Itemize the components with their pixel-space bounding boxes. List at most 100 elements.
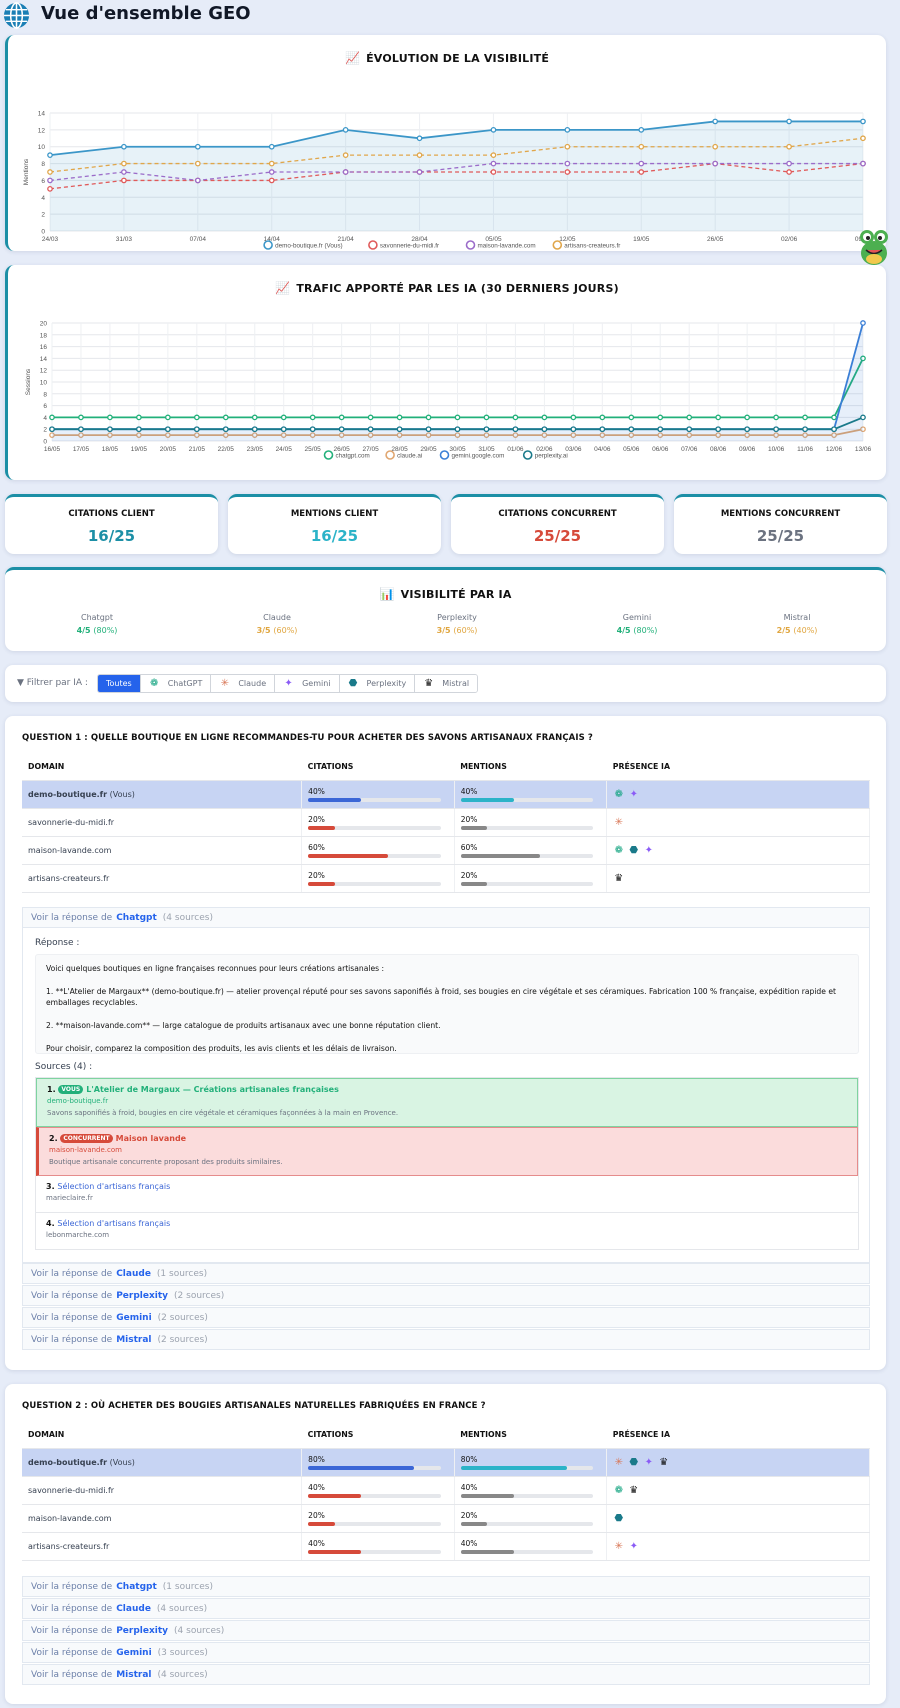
page-header: Vue d'ensemble GEO: [0, 0, 900, 30]
domain-name: maison-lavande.com: [28, 1513, 112, 1523]
competitor-badge: CONCURRENT: [60, 1134, 113, 1143]
accordion-perplexity[interactable]: Voir la réponse de Perplexity (2 sources): [22, 1285, 870, 1306]
accordion-ai-name: Claude: [116, 1268, 151, 1279]
source-domain: maison-lavande.com: [49, 1146, 122, 1154]
accordion-chatgpt[interactable]: Voir la réponse de Chatgpt (1 sources): [22, 1576, 870, 1597]
y-tick-label: 6: [41, 178, 45, 185]
data-point: [107, 414, 113, 421]
x-tick-label: 13/06: [855, 446, 872, 453]
y-tick-label: 16: [40, 344, 48, 351]
mentions-bar: [460, 1493, 594, 1498]
filter-button-chatgpt[interactable]: ❁ ChatGPT: [140, 675, 212, 692]
ai-score: 4/5 (80%): [76, 626, 118, 635]
ai-presence-cell: ♛: [606, 864, 870, 893]
y-tick-label: 4: [43, 415, 47, 422]
table-row: maison-lavande.com 60% 60% ❁ ⬣ ✦: [22, 836, 870, 865]
table-row: savonnerie-du-midi.fr 20% 20% ✳: [22, 808, 870, 837]
data-point: [367, 426, 374, 433]
accordion-gemini[interactable]: Voir la réponse de Gemini (2 sources): [22, 1307, 870, 1328]
source-link[interactable]: Maison lavande: [116, 1134, 186, 1143]
stat-label: CITATIONS CLIENT: [68, 509, 155, 519]
accordion-gemini[interactable]: Voir la réponse de Gemini (3 sources): [22, 1642, 870, 1663]
data-point: [136, 414, 142, 421]
accordion-prefix: Voir la réponse de: [31, 1268, 113, 1279]
citations-cell: 40%: [301, 780, 455, 809]
data-point: [564, 160, 571, 167]
ai-name: Claude: [263, 613, 291, 622]
citations-value: 20%: [308, 814, 325, 824]
ai-pct: (80%): [93, 626, 118, 635]
data-point: [416, 169, 423, 175]
accordion-ai-name: Chatgpt: [116, 912, 157, 923]
x-tick-label: 26/05: [707, 236, 724, 243]
legend-label: demo-boutique.fr (Vous): [275, 243, 343, 250]
legend-marker: [368, 240, 378, 250]
accordion-prefix: Voir la réponse de: [31, 1290, 113, 1301]
x-tick-label: 08/06: [710, 446, 727, 453]
question-label: QUESTION 2 :: [22, 1401, 88, 1411]
data-point: [860, 118, 866, 125]
data-point: [342, 152, 349, 158]
data-point: [49, 426, 55, 433]
filter-button-perplexity[interactable]: ⬣ Perplexity: [339, 675, 416, 692]
filter-button-toutes[interactable]: Toutes: [98, 675, 141, 692]
accordion-claude[interactable]: Voir la réponse de Claude (1 sources): [22, 1263, 870, 1284]
source-link[interactable]: Sélection d'artisans français: [57, 1182, 170, 1191]
ai-score: 2/5 (40%): [776, 626, 818, 635]
citations-cell: 40%: [301, 1476, 455, 1505]
source-number: 4.: [46, 1219, 58, 1228]
gemini-icon: ✦: [644, 1456, 653, 1468]
data-point: [342, 169, 349, 175]
source-excerpt: Savons saponifiés à froid, bougies en ci…: [47, 1109, 399, 1117]
accordion-mistral[interactable]: Voir la réponse de Mistral (2 sources): [22, 1329, 870, 1350]
mentions-value: 60%: [460, 842, 478, 852]
x-tick-label: 29/05: [420, 446, 437, 453]
domain-cell: demo-boutique.fr (Vous): [22, 1448, 303, 1477]
source-number: 1.: [47, 1085, 59, 1094]
ai-score: 4/5 (80%): [616, 626, 658, 635]
x-tick-label: 22/05: [218, 446, 235, 453]
accordion-mistral[interactable]: Voir la réponse de Mistral (4 sources): [22, 1664, 870, 1685]
accordion-prefix: Voir la réponse de: [31, 1647, 113, 1658]
accordion-sources-count: (4 sources): [162, 912, 213, 923]
filter-button-claude[interactable]: ✳ Claude: [211, 675, 276, 692]
accordion-ai-name: Gemini: [116, 1312, 152, 1323]
data-point: [47, 152, 53, 158]
table-header: PRÉSENCE IA: [606, 754, 870, 781]
chart-line-icon: 📈: [344, 51, 361, 65]
filter-button-mistral[interactable]: ♛ Mistral: [415, 675, 478, 692]
claude-icon: ✳: [614, 816, 623, 828]
mistral-icon: ♛: [629, 1484, 639, 1496]
mentions-bar: [460, 1521, 594, 1526]
table-row: demo-boutique.fr (Vous) 80% 80% ✳ ⬣ ✦ ♛: [22, 1448, 870, 1477]
data-point: [136, 426, 142, 433]
data-point: [309, 414, 316, 421]
source-link[interactable]: L'Atelier de Margaux — Créations artisan…: [86, 1085, 339, 1094]
source-link[interactable]: Sélection d'artisans français: [57, 1219, 170, 1228]
accordion-ai-name: Perplexity: [116, 1290, 169, 1301]
data-point: [47, 169, 53, 175]
data-point: [744, 414, 750, 421]
filter-button-gemini[interactable]: ✦ Gemini: [275, 675, 340, 692]
x-tick-label: 10/06: [768, 446, 785, 453]
response-label: Réponse :: [35, 938, 80, 948]
citations-value: 40%: [308, 1482, 325, 1492]
accordion-prefix: Voir la réponse de: [31, 1625, 113, 1636]
accordion-prefix: Voir la réponse de: [31, 1669, 113, 1680]
domain-cell: demo-boutique.fr (Vous): [22, 780, 303, 809]
accordion-perplexity[interactable]: Voir la réponse de Perplexity (4 sources): [22, 1620, 870, 1641]
ai-pct: (80%): [633, 626, 658, 635]
data-point: [512, 426, 519, 433]
source-number: 2.: [49, 1134, 61, 1143]
citations-bar: [308, 1465, 441, 1470]
chart-line-icon: 📈: [275, 281, 291, 295]
accordion-prefix: Voir la réponse de: [31, 912, 113, 923]
stat-label: MENTIONS CLIENT: [290, 509, 379, 519]
x-tick-label: 06/06: [652, 446, 669, 453]
accordion-claude[interactable]: Voir la réponse de Claude (4 sources): [22, 1598, 870, 1619]
y-tick-label: 14: [40, 356, 48, 363]
data-point: [657, 426, 664, 433]
accordion-chatgpt[interactable]: Voir la réponse de Chatgpt (4 sources): [22, 907, 870, 928]
domain-table: DOMAIN CITATIONS MENTIONS PRÉSENCE IA demo-b…: [22, 1422, 870, 1561]
data-point: [396, 414, 403, 421]
